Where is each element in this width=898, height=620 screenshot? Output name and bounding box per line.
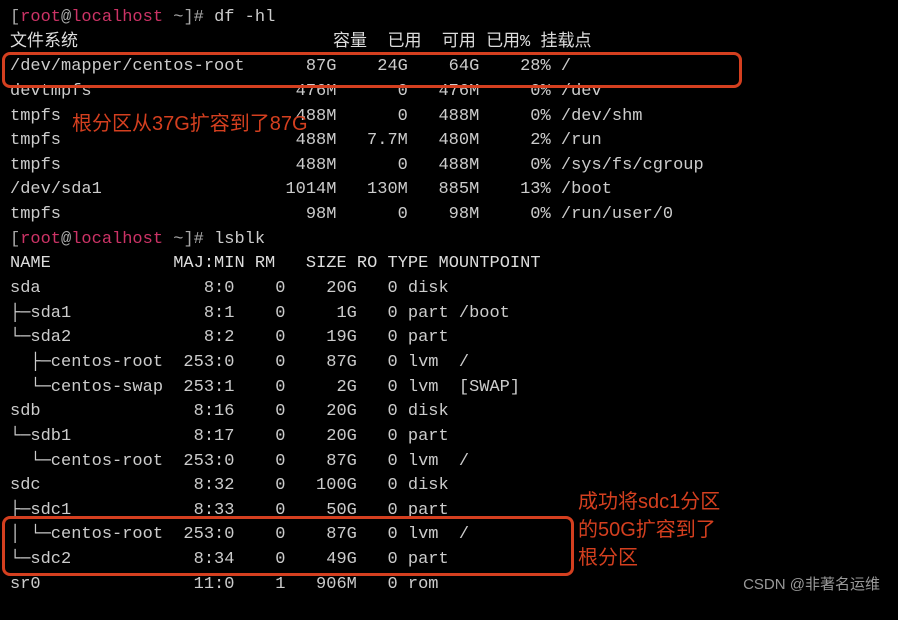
lsblk-row: └─centos-root 253:0 0 87G 0 lvm / [10, 450, 888, 475]
lsblk-row: └─centos-swap 253:1 0 2G 0 lvm [SWAP] [10, 376, 888, 401]
command-lsblk: lsblk [214, 230, 265, 249]
lsblk-row: sda 8:0 0 20G 0 disk [10, 277, 888, 302]
terminal-window: 根分区从37G扩容到了87G 成功将sdc1分区 的50G扩容到了 根分区 [r… [0, 0, 898, 603]
annotation-sdc1-expand: 成功将sdc1分区 的50G扩容到了 根分区 [578, 488, 720, 572]
df-row: tmpfs 98M 0 98M 0% /run/user/0 [10, 203, 888, 228]
df-row: tmpfs 488M 0 488M 0% /sys/fs/cgroup [10, 154, 888, 179]
lsblk-row: └─sdb1 8:17 0 20G 0 part [10, 425, 888, 450]
highlight-box-root-df [2, 52, 742, 88]
watermark-text: CSDN @非著名运维 [743, 574, 880, 596]
lsblk-row: sdb 8:16 0 20G 0 disk [10, 400, 888, 425]
highlight-box-sdc1 [2, 516, 574, 576]
annotation-root-expand: 根分区从37G扩容到了87G [72, 110, 308, 139]
prompt-df: [root@localhost ~]# df -hl [10, 6, 888, 31]
lsblk-row: sdc 8:32 0 100G 0 disk [10, 474, 888, 499]
prompt-host: localhost [71, 8, 163, 27]
prompt-user: root [20, 230, 61, 249]
command-df: df -hl [214, 8, 275, 27]
annotation-line2: 的50G扩容到了 [578, 519, 716, 541]
lsblk-row: └─sda2 8:2 0 19G 0 part [10, 326, 888, 351]
prompt-host: localhost [71, 230, 163, 249]
lsblk-header-row: NAME MAJ:MIN RM SIZE RO TYPE MOUNTPOINT [10, 252, 888, 277]
annotation-line3: 根分区 [578, 547, 638, 569]
df-row: /dev/sda1 1014M 130M 885M 13% /boot [10, 178, 888, 203]
annotation-line1: 成功将sdc1分区 [578, 491, 720, 513]
lsblk-row: ├─sda1 8:1 0 1G 0 part /boot [10, 302, 888, 327]
prompt-lsblk: [root@localhost ~]# lsblk [10, 228, 888, 253]
prompt-user: root [20, 8, 61, 27]
lsblk-row: ├─centos-root 253:0 0 87G 0 lvm / [10, 351, 888, 376]
